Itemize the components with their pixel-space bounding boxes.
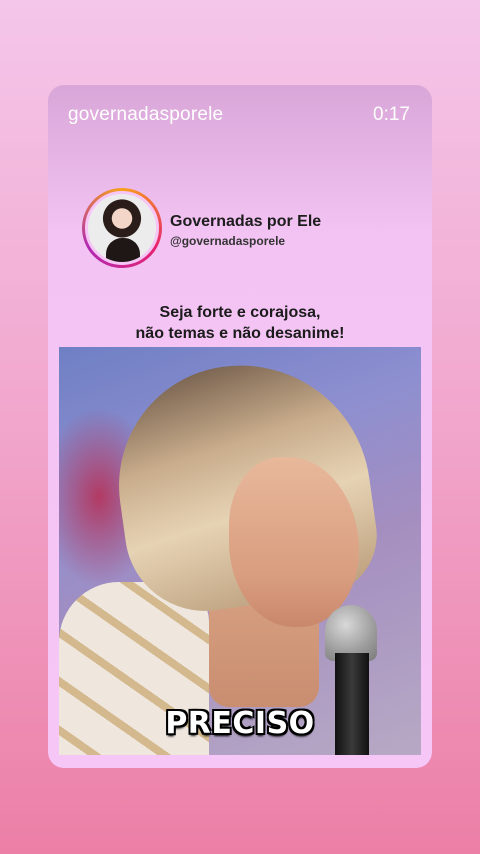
caption-line-2: não temas e não desanime! — [135, 325, 345, 342]
caption-line-1: Seja forte e corajosa, — [159, 304, 321, 321]
avatar — [85, 191, 159, 265]
avatar-ring[interactable] — [82, 188, 162, 268]
video-subtitle: PRECISO — [165, 706, 315, 741]
account-name[interactable]: governadasporele — [68, 104, 223, 126]
profile-block: Governadas por Ele @governadasporele — [82, 188, 321, 268]
post-caption: Seja forte e corajosa, não temas e não d… — [48, 302, 432, 344]
story-header: governadasporele 0:17 — [48, 85, 432, 145]
video-frame[interactable]: PRECISO — [59, 347, 421, 755]
video-timer: 0:17 — [373, 104, 410, 125]
profile-handle[interactable]: @governadasporele — [170, 234, 321, 248]
profile-title: Governadas por Ele — [170, 212, 322, 230]
story-card[interactable]: governadasporele 0:17 Governadas por Ele… — [48, 85, 432, 768]
profile-text: Governadas por Ele @governadasporele — [170, 213, 321, 248]
